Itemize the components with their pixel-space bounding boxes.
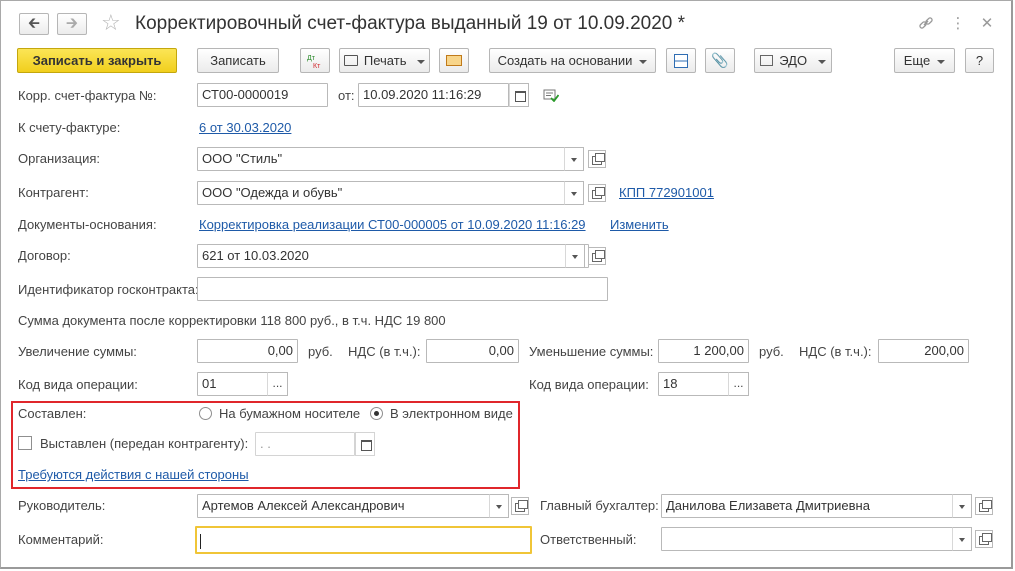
vat-decrease-field[interactable]: 200,00 bbox=[878, 339, 969, 363]
document-status-icon bbox=[543, 89, 560, 105]
chief-accountant-label: Главный бухгалтер: bbox=[540, 498, 659, 513]
kpp-link[interactable]: КПП 772901001 bbox=[619, 185, 714, 201]
gov-contract-label: Идентификатор госконтракта: bbox=[18, 282, 199, 297]
contract-field[interactable]: 621 от 10.03.2020 bbox=[197, 244, 589, 268]
vat-incl-label-2: НДС (в т.ч.): bbox=[799, 344, 872, 359]
forward-button[interactable]: 🡲 bbox=[57, 13, 87, 35]
issued-calendar-button[interactable] bbox=[355, 432, 375, 456]
decrease-label: Уменьшение суммы: bbox=[529, 344, 654, 359]
base-documents-link[interactable]: Корректировка реализации СТ00-000005 от … bbox=[199, 217, 586, 233]
issued-date-field[interactable]: . . bbox=[255, 432, 355, 456]
text-cursor bbox=[200, 533, 201, 549]
comment-field[interactable] bbox=[195, 526, 532, 554]
base-documents-label: Документы-основания: bbox=[18, 217, 157, 232]
increase-label: Увеличение суммы: bbox=[18, 344, 137, 359]
print-button[interactable]: Печать bbox=[339, 48, 430, 73]
chief-accountant-dropdown-button[interactable] bbox=[952, 494, 972, 518]
issued-label[interactable]: Выставлен (передан контрагенту): bbox=[40, 436, 248, 452]
contract-dropdown-button[interactable] bbox=[565, 244, 585, 268]
head-open-button[interactable] bbox=[511, 497, 529, 515]
window-title: Корректировочный счет-фактура выданный 1… bbox=[135, 13, 686, 34]
create-based-on-button[interactable]: Создать на основании bbox=[489, 48, 656, 73]
attachments-button[interactable]: 📎 bbox=[705, 48, 735, 73]
counterparty-field[interactable]: ООО "Одежда и обувь" bbox=[197, 181, 565, 205]
vat-increase-field[interactable]: 0,00 bbox=[426, 339, 519, 363]
counterparty-dropdown-button[interactable] bbox=[564, 181, 584, 205]
counterparty-open-button[interactable] bbox=[588, 184, 606, 202]
responsible-field[interactable] bbox=[661, 527, 953, 551]
chief-accountant-open-button[interactable] bbox=[975, 497, 993, 515]
rub-label-2: руб. bbox=[759, 344, 784, 359]
kebab-menu-icon[interactable]: ⋮ bbox=[949, 15, 967, 33]
decrease-field[interactable]: 1 200,00 bbox=[658, 339, 749, 363]
more-button[interactable]: Еще bbox=[894, 48, 955, 73]
svg-text:Дт: Дт bbox=[307, 55, 316, 62]
corr-invoice-label: Корр. счет-фактура №: bbox=[18, 88, 157, 103]
paper-radio[interactable] bbox=[199, 407, 212, 420]
composed-label: Составлен: bbox=[18, 406, 87, 421]
save-and-close-button[interactable]: Записать и закрыть bbox=[17, 48, 177, 73]
save-button[interactable]: Записать bbox=[197, 48, 279, 73]
counterparty-label: Контрагент: bbox=[18, 185, 89, 200]
electronic-radio[interactable] bbox=[370, 407, 383, 420]
svg-text:Кт: Кт bbox=[313, 63, 321, 70]
printer-icon bbox=[343, 55, 358, 67]
op-code-label-2: Код вида операции: bbox=[529, 377, 649, 392]
paper-option-label[interactable]: На бумажном носителе bbox=[219, 406, 360, 422]
responsible-label: Ответственный: bbox=[540, 532, 637, 547]
favorite-star-icon[interactable]: ☆ bbox=[101, 10, 121, 36]
date-field[interactable]: 10.09.2020 11:16:29 bbox=[358, 83, 509, 107]
vat-incl-label-1: НДС (в т.ч.): bbox=[348, 344, 421, 359]
head-label: Руководитель: bbox=[18, 498, 106, 513]
head-dropdown-button[interactable] bbox=[489, 494, 509, 518]
issued-checkbox[interactable] bbox=[18, 436, 32, 450]
organization-dropdown-button[interactable] bbox=[564, 147, 584, 171]
organization-label: Организация: bbox=[18, 151, 101, 166]
responsible-dropdown-button[interactable] bbox=[952, 527, 972, 551]
paperclip-icon: 📎 bbox=[711, 52, 729, 68]
op-code-select-button-2[interactable]: ... bbox=[728, 372, 749, 396]
contract-label: Договор: bbox=[18, 248, 71, 263]
print-label: Печать bbox=[363, 53, 407, 68]
comment-label: Комментарий: bbox=[18, 532, 104, 547]
head-field[interactable]: Артемов Алексей Александрович bbox=[197, 494, 493, 518]
gov-contract-field[interactable] bbox=[197, 277, 608, 301]
op-code-field-2[interactable]: 18 bbox=[658, 372, 729, 396]
electronic-option-label[interactable]: В электронном виде bbox=[390, 406, 513, 422]
edo-label: ЭДО bbox=[779, 53, 808, 68]
corr-invoice-number-field[interactable]: СТ00-0000019 bbox=[197, 83, 328, 107]
op-code-label-1: Код вида операции: bbox=[18, 377, 138, 392]
help-button[interactable]: ? bbox=[965, 48, 994, 73]
edo-icon bbox=[760, 55, 774, 67]
envelope-icon bbox=[446, 55, 462, 67]
increase-field[interactable]: 0,00 bbox=[197, 339, 298, 363]
link-icon[interactable] bbox=[917, 15, 935, 36]
rub-label-1: руб. bbox=[308, 344, 333, 359]
op-code-field-1[interactable]: 01 bbox=[197, 372, 268, 396]
actions-required-link[interactable]: Требуются действия с нашей стороны bbox=[18, 467, 249, 483]
arrow-left-icon: 🡰 bbox=[27, 15, 41, 32]
email-button[interactable] bbox=[439, 48, 469, 73]
op-code-select-button-1[interactable]: ... bbox=[267, 372, 288, 396]
to-invoice-label: К счету-фактуре: bbox=[18, 120, 121, 135]
calendar-button[interactable] bbox=[509, 83, 529, 107]
organization-open-button[interactable] bbox=[588, 150, 606, 168]
structure-button[interactable] bbox=[666, 48, 696, 73]
arrow-right-icon: 🡲 bbox=[65, 15, 79, 32]
dt-kt-button[interactable]: Дт Кт bbox=[300, 48, 330, 73]
close-icon[interactable]: ✕ bbox=[978, 15, 996, 33]
chief-accountant-field[interactable]: Данилова Елизавета Дмитриевна bbox=[661, 494, 953, 518]
contract-open-button[interactable] bbox=[588, 247, 606, 265]
change-link[interactable]: Изменить bbox=[610, 217, 669, 233]
date-label: от: bbox=[338, 88, 355, 103]
back-button[interactable]: 🡰 bbox=[19, 13, 49, 35]
responsible-open-button[interactable] bbox=[975, 530, 993, 548]
hierarchy-icon bbox=[674, 53, 688, 68]
to-invoice-link[interactable]: 6 от 30.03.2020 bbox=[199, 120, 291, 136]
dt-kt-icon: Дт Кт bbox=[307, 55, 321, 70]
edo-button[interactable]: ЭДО bbox=[754, 48, 832, 73]
document-window: 🡰 🡲 ☆ Корректировочный счет-фактура выда… bbox=[0, 0, 1013, 569]
organization-field[interactable]: ООО "Стиль" bbox=[197, 147, 565, 171]
sum-after-correction-text: Сумма документа после корректировки 118 … bbox=[18, 313, 446, 328]
